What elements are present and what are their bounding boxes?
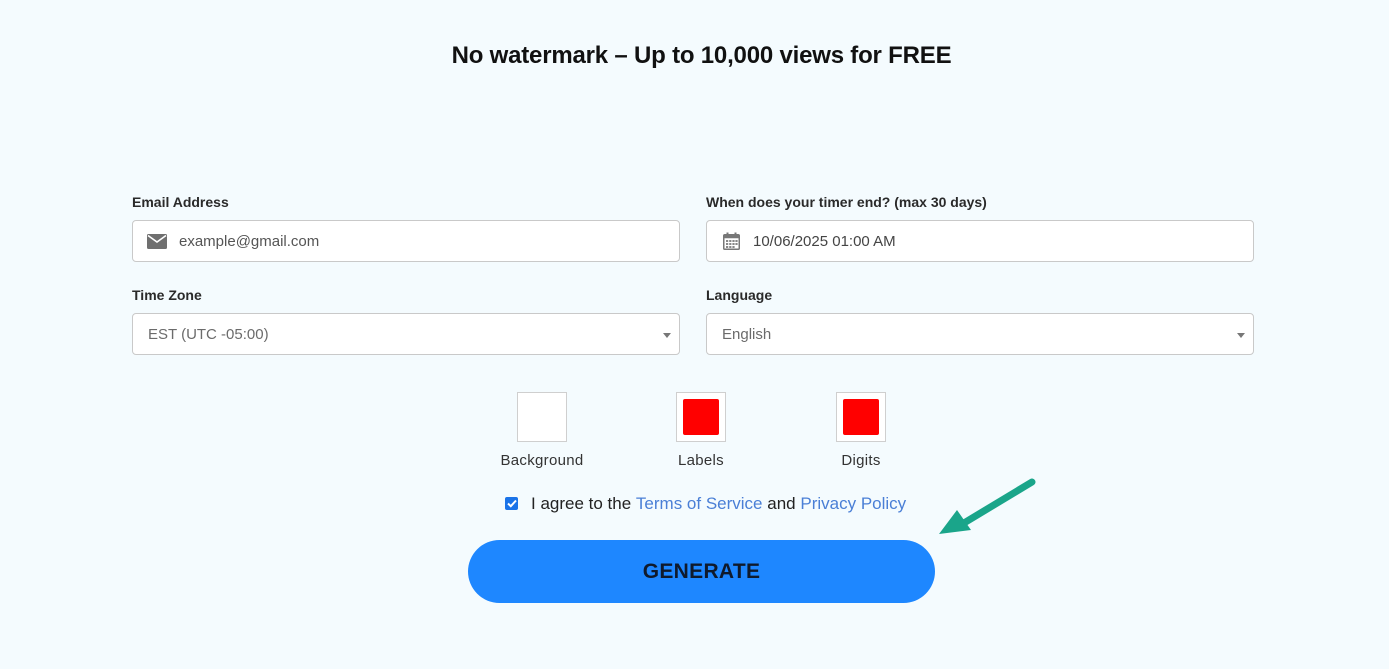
chevron-down-icon: [663, 333, 671, 338]
background-color-label: Background: [500, 452, 584, 469]
digits-color-swatch[interactable]: [836, 392, 886, 442]
email-label: Email Address: [132, 194, 229, 210]
time-zone-label: Time Zone: [132, 287, 202, 303]
checkmark-icon: [506, 499, 517, 508]
labels-color-swatch[interactable]: [676, 392, 726, 442]
labels-color-fill: [683, 399, 719, 435]
email-input[interactable]: [179, 221, 679, 261]
envelope-icon: [133, 233, 179, 249]
page-headline: No watermark – Up to 10,000 views for FR…: [451, 42, 952, 69]
timer-end-input[interactable]: [753, 221, 1253, 261]
calendar-icon: [707, 232, 753, 250]
time-zone-select[interactable]: EST (UTC -05:00): [132, 313, 680, 355]
labels-color-label: Labels: [677, 452, 724, 469]
language-label: Language: [706, 287, 773, 303]
background-color-swatch[interactable]: [517, 392, 567, 442]
digits-color-label: Digits: [841, 452, 881, 469]
timer-end-input-box[interactable]: [706, 220, 1254, 262]
timer-end-field-group: When does your timer end? (max 30 days): [706, 194, 1254, 262]
agreement-row: I agree to the Terms of Service and Priv…: [505, 494, 906, 514]
chevron-down-icon: [1237, 333, 1245, 338]
agree-checkbox[interactable]: [505, 496, 518, 510]
language-field-group: Language English: [706, 287, 1254, 355]
email-input-box[interactable]: [132, 220, 680, 262]
language-select[interactable]: English: [706, 313, 1254, 355]
digits-color-fill: [843, 399, 879, 435]
digits-color-picker: Digits: [811, 392, 911, 469]
language-selected-value: English: [722, 325, 772, 343]
time-zone-field-group: Time Zone EST (UTC -05:00): [132, 287, 680, 355]
email-field-group: Email Address: [132, 194, 680, 262]
annotation-arrow-icon: [939, 478, 1036, 534]
privacy-policy-link[interactable]: Privacy Policy: [800, 494, 906, 514]
background-color-fill: [524, 399, 560, 435]
labels-color-picker: Labels: [651, 392, 751, 469]
agree-conjunction: and: [767, 494, 796, 513]
background-color-picker: Background: [492, 392, 592, 469]
timer-end-label: When does your timer end? (max 30 days): [706, 194, 987, 210]
time-zone-selected-value: EST (UTC -05:00): [148, 325, 269, 343]
terms-of-service-link[interactable]: Terms of Service: [636, 494, 763, 514]
generate-button[interactable]: GENERATE: [468, 540, 935, 603]
agree-prefix: I agree to the: [531, 494, 632, 513]
